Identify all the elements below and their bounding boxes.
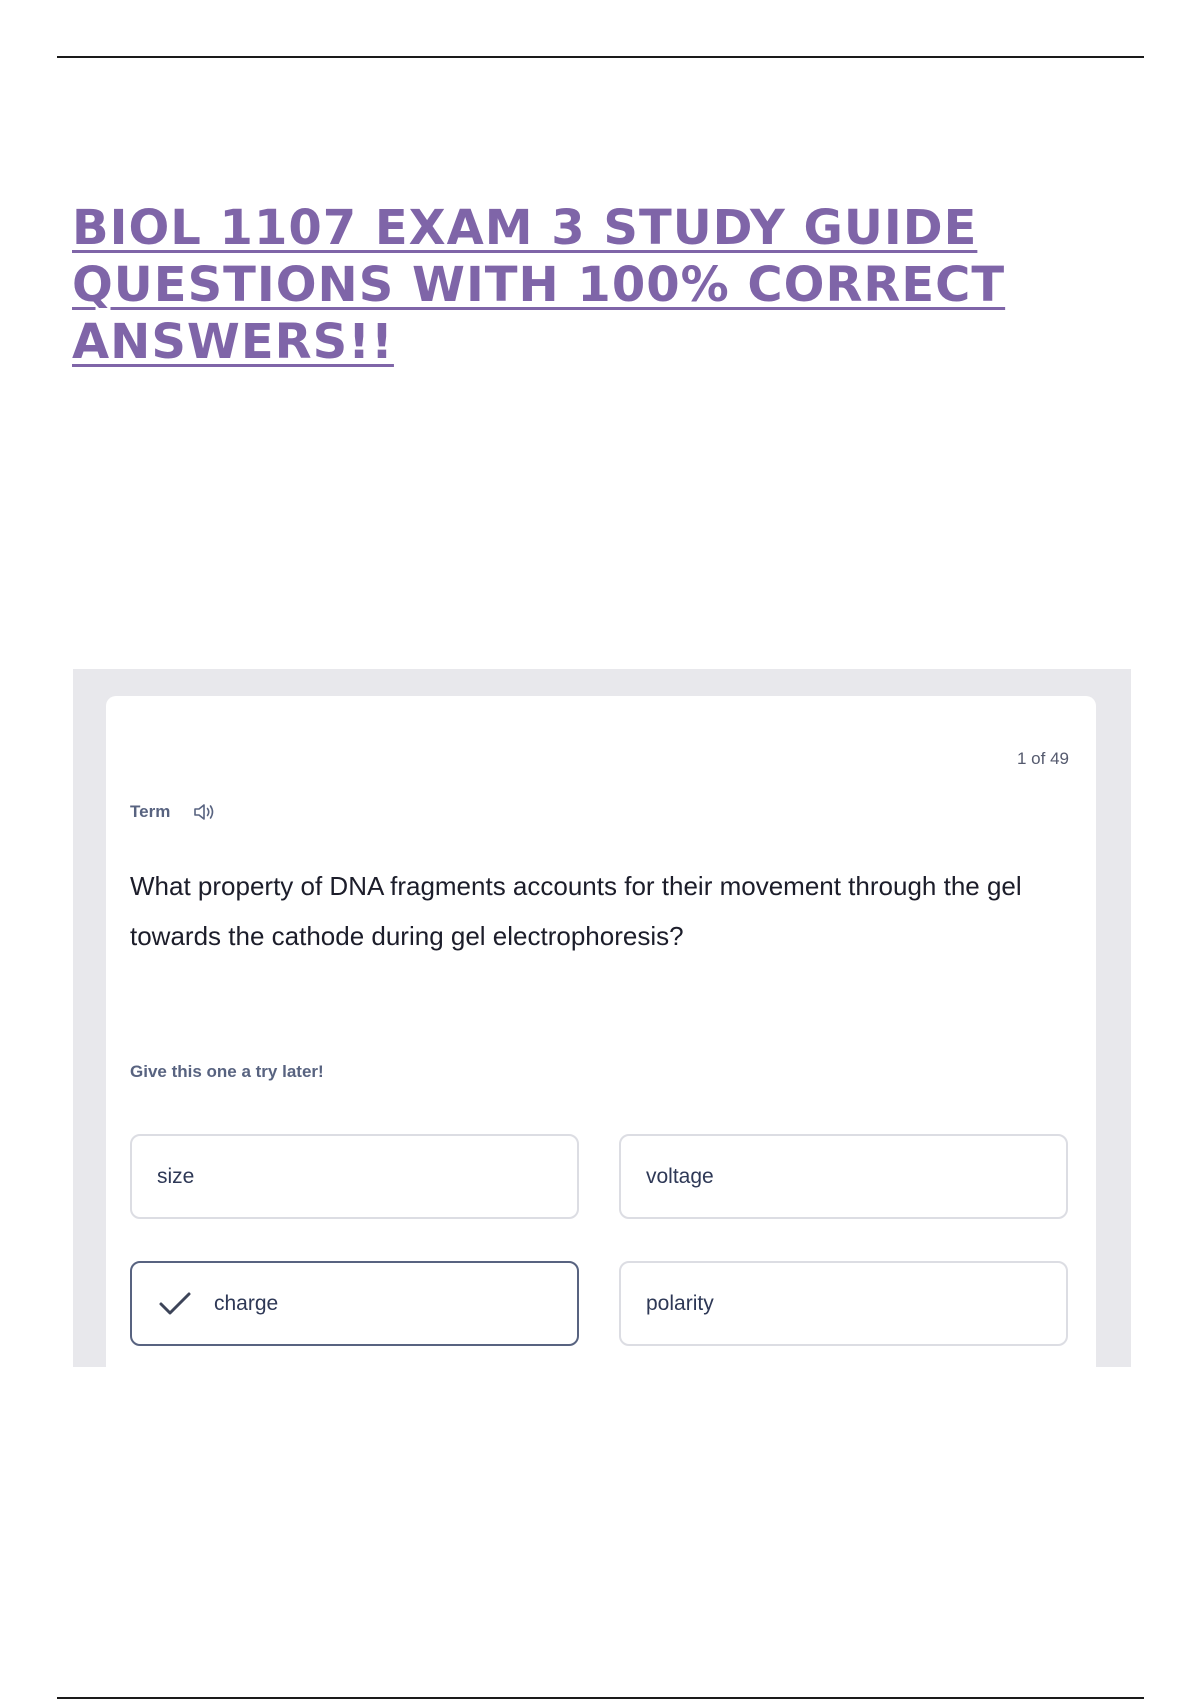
answer-option-label: size [157, 1164, 195, 1188]
document-title: BIOL 1107 EXAM 3 STUDY GUIDE QUESTIONS W… [72, 200, 1006, 370]
answer-option-label: voltage [646, 1164, 714, 1188]
flashcard-screenshot: 1 of 49 Term What property of DNA fragme… [73, 669, 1131, 1367]
try-later-hint: Give this one a try later! [130, 1062, 324, 1081]
term-header: Term [130, 802, 216, 822]
question-text: What property of DNA fragments accounts … [130, 871, 1022, 951]
answer-option-charge[interactable]: charge [130, 1261, 579, 1346]
answer-option-label: polarity [646, 1291, 714, 1315]
answer-option-label: charge [214, 1291, 279, 1315]
top-rule [57, 56, 1144, 58]
bottom-rule [57, 1697, 1144, 1699]
checkmark-icon [159, 1292, 191, 1314]
answer-option-polarity[interactable]: polarity [619, 1261, 1068, 1346]
speaker-icon[interactable] [192, 802, 216, 822]
answer-option-voltage[interactable]: voltage [619, 1134, 1068, 1219]
flashcard: 1 of 49 Term What property of DNA fragme… [106, 696, 1096, 1367]
card-counter: 1 of 49 [1017, 749, 1069, 768]
answer-option-size[interactable]: size [130, 1134, 579, 1219]
term-label: Term [130, 802, 171, 821]
